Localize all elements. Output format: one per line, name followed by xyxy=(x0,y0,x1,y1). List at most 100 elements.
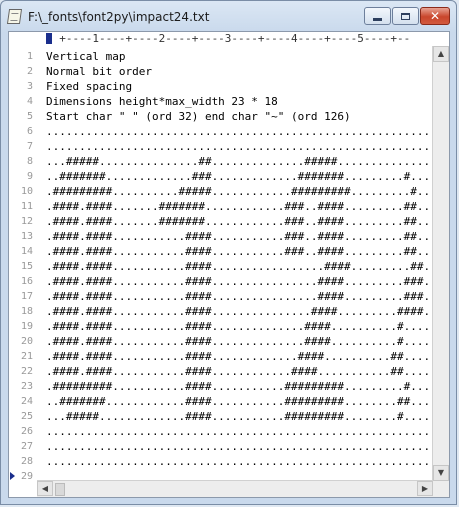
line-number: 26 xyxy=(20,426,33,437)
line-text[interactable]: ........................................… xyxy=(46,454,449,469)
current-line-marker xyxy=(10,472,15,480)
text-line[interactable]: 15 .####.####...........####.............… xyxy=(9,259,449,274)
line-text[interactable]: .####.####...........####.............##… xyxy=(46,349,449,364)
close-icon: ✕ xyxy=(429,9,441,23)
arrow-up-icon[interactable]: ▲ xyxy=(433,46,449,62)
column-ruler: +----1----+----2----+----3----+----4----… xyxy=(9,32,449,46)
line-text[interactable]: ........................................… xyxy=(46,424,449,439)
line-text[interactable]: .####.####...........####..............#… xyxy=(46,319,449,334)
text-line[interactable]: 20 .####.####...........####.............… xyxy=(9,334,449,349)
line-text[interactable]: .####.####...........####...............… xyxy=(46,274,449,289)
text-line[interactable]: 8 ...#####...............##..............… xyxy=(9,154,449,169)
text-line[interactable]: 12 .####.####.......#######............##… xyxy=(9,214,449,229)
line-number: 27 xyxy=(20,441,33,452)
horizontal-scroll-thumb[interactable] xyxy=(55,483,65,496)
line-number: 19 xyxy=(20,321,33,332)
text-line[interactable]: 13 .####.####...........####...........##… xyxy=(9,229,449,244)
line-text[interactable]: Start char " " (ord 32) end char "~" (or… xyxy=(46,109,351,124)
line-text[interactable]: .####.####...........####............###… xyxy=(46,364,449,379)
line-number: 25 xyxy=(20,411,33,422)
line-text[interactable]: Vertical map xyxy=(46,49,125,64)
line-number: 9 xyxy=(26,171,33,182)
text-line[interactable]: 6.......................................… xyxy=(9,124,449,139)
line-number: 28 xyxy=(20,456,33,467)
line-text[interactable]: .#########..........#####............###… xyxy=(46,184,449,199)
text-line[interactable]: 11 .####.####.......#######............##… xyxy=(9,199,449,214)
line-number: 12 xyxy=(20,216,33,227)
line-number: 17 xyxy=(20,291,33,302)
line-number: 1 xyxy=(26,51,33,62)
line-number: 10 xyxy=(20,186,33,197)
line-number: 7 xyxy=(26,141,33,152)
ruler-scale: +----1----+----2----+----3----+----4----… xyxy=(46,32,411,45)
line-text[interactable]: ...#####.............####...........####… xyxy=(46,409,449,424)
line-text[interactable]: Fixed spacing xyxy=(46,79,132,94)
line-number: 5 xyxy=(26,111,33,122)
text-line[interactable]: 3 Fixed spacing xyxy=(9,79,449,94)
text-line[interactable]: 19 .####.####...........####.............… xyxy=(9,319,449,334)
title-bar[interactable]: F:\_fonts\font2py\impact24.txt ✕ xyxy=(1,1,456,31)
line-text[interactable]: .####.####...........####...........###.… xyxy=(46,244,449,259)
text-line[interactable]: 5 Start char " " (ord 32) end char "~" (o… xyxy=(9,109,449,124)
text-line[interactable]: 7.......................................… xyxy=(9,139,449,154)
text-line[interactable]: 4 Dimensions height*max_width 23 * 18 xyxy=(9,94,449,109)
line-text[interactable]: .####.####...........####...........###.… xyxy=(46,229,449,244)
line-number: 21 xyxy=(20,351,33,362)
text-line[interactable]: 23 .#########...........####...........##… xyxy=(9,379,449,394)
maximize-icon xyxy=(401,12,410,20)
line-text[interactable]: .####.####.......#######............###.… xyxy=(46,199,449,214)
line-text[interactable]: ...#####...............##..............#… xyxy=(46,154,449,169)
line-number: 3 xyxy=(26,81,33,92)
minimize-button[interactable] xyxy=(364,7,391,25)
line-number: 14 xyxy=(20,246,33,257)
arrow-down-icon[interactable]: ▼ xyxy=(433,465,449,481)
line-text[interactable]: .####.####...........####...............… xyxy=(46,304,449,319)
line-text[interactable]: ........................................… xyxy=(46,124,449,139)
window-title: F:\_fonts\font2py\impact24.txt xyxy=(28,10,210,24)
line-text[interactable]: .####.####...........####...............… xyxy=(46,289,449,304)
line-number: 15 xyxy=(20,261,33,272)
editor-client-area[interactable]: +----1----+----2----+----3----+----4----… xyxy=(8,31,450,498)
line-text[interactable]: ..#######.............###.............##… xyxy=(46,169,449,184)
line-text[interactable]: ..#######............####...........####… xyxy=(46,394,449,409)
line-text[interactable]: .#########...........####...........####… xyxy=(46,379,449,394)
text-line[interactable]: 22 .####.####...........####............#… xyxy=(9,364,449,379)
line-number: 18 xyxy=(20,306,33,317)
arrow-left-icon[interactable]: ◀ xyxy=(37,481,53,496)
close-button[interactable]: ✕ xyxy=(420,7,450,25)
line-number: 4 xyxy=(26,96,33,107)
arrow-right-icon[interactable]: ▶ xyxy=(417,481,433,496)
text-line[interactable]: 24 ..#######............####...........##… xyxy=(9,394,449,409)
line-text[interactable]: Normal bit order xyxy=(46,64,152,79)
text-line[interactable]: 16 .####.####...........####.............… xyxy=(9,274,449,289)
text-line[interactable]: 17 .####.####...........####.............… xyxy=(9,289,449,304)
text-line[interactable]: 21 .####.####...........####.............… xyxy=(9,349,449,364)
maximize-button[interactable] xyxy=(392,7,419,25)
line-text[interactable]: .####.####...........####..............#… xyxy=(46,334,449,349)
line-text[interactable]: ........................................… xyxy=(46,439,449,454)
horizontal-scrollbar[interactable]: ◀ ▶ xyxy=(37,480,433,497)
text-line[interactable]: 14 .####.####...........####...........##… xyxy=(9,244,449,259)
text-line[interactable]: 26......................................… xyxy=(9,424,449,439)
line-text[interactable]: .####.####...........####...............… xyxy=(46,259,449,274)
text-line[interactable]: 25 ...#####.............####...........##… xyxy=(9,409,449,424)
text-line[interactable]: 9 ..#######.............###.............#… xyxy=(9,169,449,184)
editor-window: F:\_fonts\font2py\impact24.txt ✕ +----1-… xyxy=(0,0,457,505)
vertical-scrollbar[interactable]: ▲ ▼ xyxy=(432,46,449,481)
text-line[interactable]: 10 .#########..........#####............#… xyxy=(9,184,449,199)
line-text[interactable]: .####.####.......#######............###.… xyxy=(46,214,449,229)
line-number: 13 xyxy=(20,231,33,242)
notepad-app-icon[interactable] xyxy=(6,9,23,24)
text-line[interactable]: 18 .####.####...........####.............… xyxy=(9,304,449,319)
line-number: 23 xyxy=(20,381,33,392)
line-text[interactable]: Dimensions height*max_width 23 * 18 xyxy=(46,94,278,109)
line-number: 24 xyxy=(20,396,33,407)
text-line[interactable]: 1 Vertical map xyxy=(9,49,449,64)
text-line[interactable]: 2 Normal bit order xyxy=(9,64,449,79)
ruler-cursor-marker xyxy=(46,33,52,44)
text-line[interactable]: 28......................................… xyxy=(9,454,449,469)
line-number: 6 xyxy=(26,126,33,137)
minimize-icon xyxy=(373,17,382,21)
text-line[interactable]: 27......................................… xyxy=(9,439,449,454)
line-text[interactable]: ........................................… xyxy=(46,139,449,154)
